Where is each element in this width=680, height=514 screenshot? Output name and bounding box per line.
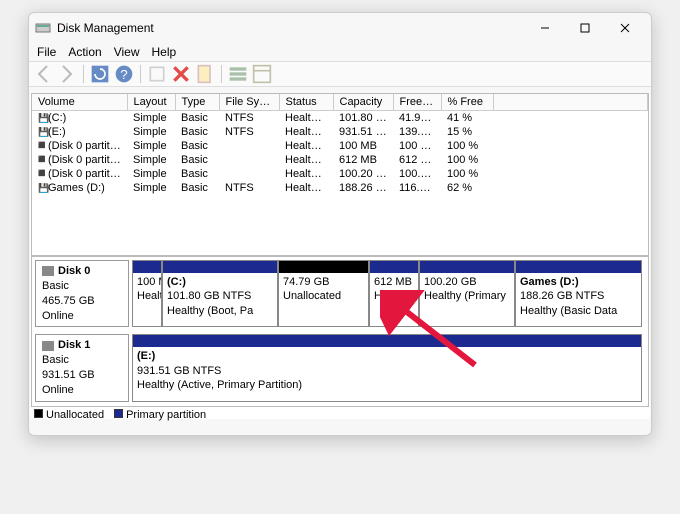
toolbar: ? bbox=[29, 61, 651, 87]
forward-icon bbox=[57, 64, 77, 84]
col-capacity[interactable]: Capacity bbox=[333, 94, 393, 111]
legend: Unallocated Primary partition bbox=[30, 407, 650, 423]
partition[interactable]: (E:)931.51 GB NTFSHealthy (Active, Prima… bbox=[132, 334, 642, 401]
svg-text:?: ? bbox=[120, 67, 127, 82]
disk-map: Disk 0Basic465.75 GBOnline100 MHealt(C:)… bbox=[31, 256, 649, 407]
partition[interactable]: 100.20 GBHealthy (Primary bbox=[419, 260, 515, 327]
col-status[interactable]: Status bbox=[279, 94, 333, 111]
menu-help[interactable]: Help bbox=[152, 45, 177, 59]
volume-table[interactable]: Volume Layout Type File System Status Ca… bbox=[31, 93, 649, 256]
refresh-icon[interactable] bbox=[90, 64, 110, 84]
help-icon[interactable]: ? bbox=[114, 64, 134, 84]
details-icon[interactable] bbox=[252, 64, 272, 84]
partition[interactable]: 74.79 GBUnallocated bbox=[278, 260, 369, 327]
back-icon bbox=[33, 64, 53, 84]
delete-icon[interactable] bbox=[171, 64, 191, 84]
table-row[interactable]: Games (D:)SimpleBasicNTFSHealthy ...188.… bbox=[32, 181, 648, 195]
table-row[interactable]: (Disk 0 partitio...SimpleBasicHealthy ..… bbox=[32, 167, 648, 181]
app-icon bbox=[35, 20, 51, 36]
menu-file[interactable]: File bbox=[37, 45, 56, 59]
disk-header[interactable]: Disk 0Basic465.75 GBOnline bbox=[35, 260, 129, 327]
menu-bar: File Action View Help bbox=[29, 43, 651, 61]
table-row[interactable]: (Disk 0 partitio...SimpleBasicHealthy ..… bbox=[32, 153, 648, 167]
col-filesystem[interactable]: File System bbox=[219, 94, 279, 111]
legend-unallocated: Unallocated bbox=[46, 409, 104, 421]
legend-primary: Primary partition bbox=[126, 409, 206, 421]
partition[interactable]: 612 MBHealthy bbox=[369, 260, 419, 327]
col-freespace[interactable]: Free S... bbox=[393, 94, 441, 111]
list-icon[interactable] bbox=[228, 64, 248, 84]
col-pctfree[interactable]: % Free bbox=[441, 94, 493, 111]
partition[interactable]: (C:)101.80 GB NTFSHealthy (Boot, Pa bbox=[162, 260, 278, 327]
window-title: Disk Management bbox=[57, 21, 154, 35]
minimize-button[interactable] bbox=[525, 14, 565, 42]
properties-icon[interactable] bbox=[195, 64, 215, 84]
disk-row: Disk 1Basic931.51 GBOnline(E:)931.51 GB … bbox=[32, 331, 648, 405]
menu-view[interactable]: View bbox=[114, 45, 140, 59]
table-row[interactable]: (C:)SimpleBasicNTFSHealthy ...101.80 GB4… bbox=[32, 111, 648, 126]
col-volume[interactable]: Volume bbox=[32, 94, 127, 111]
title-bar[interactable]: Disk Management bbox=[29, 13, 651, 43]
partition[interactable]: 100 MHealt bbox=[132, 260, 162, 327]
scan-icon bbox=[147, 64, 167, 84]
disk-header[interactable]: Disk 1Basic931.51 GBOnline bbox=[35, 334, 129, 401]
disk-management-window: Disk Management File Action View Help ? bbox=[28, 12, 652, 436]
partition[interactable]: Games (D:)188.26 GB NTFSHealthy (Basic D… bbox=[515, 260, 642, 327]
menu-action[interactable]: Action bbox=[68, 45, 101, 59]
table-row[interactable]: (Disk 0 partitio...SimpleBasicHealthy ..… bbox=[32, 139, 648, 153]
close-button[interactable] bbox=[605, 14, 645, 42]
col-type[interactable]: Type bbox=[175, 94, 219, 111]
content-area: Volume Layout Type File System Status Ca… bbox=[30, 93, 650, 419]
maximize-button[interactable] bbox=[565, 14, 605, 42]
col-layout[interactable]: Layout bbox=[127, 94, 175, 111]
col-blank[interactable] bbox=[493, 94, 648, 111]
table-row[interactable]: (E:)SimpleBasicNTFSHealthy ...931.51 GB1… bbox=[32, 125, 648, 139]
disk-row: Disk 0Basic465.75 GBOnline100 MHealt(C:)… bbox=[32, 257, 648, 331]
